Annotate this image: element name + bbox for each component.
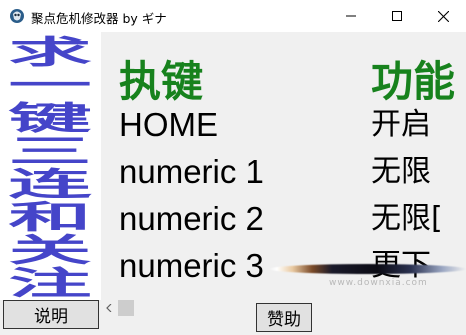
minimize-icon bbox=[346, 15, 356, 17]
slogan-panel: 求 一 键 三 连 和 关 注 bbox=[0, 32, 101, 300]
function-cell: 开启 bbox=[371, 107, 431, 142]
minimize-button[interactable] bbox=[328, 0, 374, 32]
hotkey-table: 执键 功能 HOME 开启 numeric 1 无限 numeric 2 无限[… bbox=[101, 32, 466, 300]
maximize-button[interactable] bbox=[374, 0, 420, 32]
slogan-char: 注 bbox=[8, 264, 92, 300]
title-bar[interactable]: 聚点危机修改器 by ギナ bbox=[0, 0, 466, 32]
hotkey-cell: numeric 1 bbox=[119, 153, 264, 190]
slogan-char: 三 bbox=[8, 132, 92, 170]
slogan-char: 连 bbox=[8, 165, 92, 203]
hotkey-cell: numeric 2 bbox=[119, 200, 264, 237]
chevron-left-icon bbox=[106, 304, 112, 312]
app-icon bbox=[10, 9, 24, 23]
close-icon bbox=[437, 10, 449, 22]
function-cell: 无限 bbox=[371, 154, 431, 189]
close-button[interactable] bbox=[420, 0, 466, 32]
maximize-icon bbox=[392, 11, 402, 21]
light-streak-decoration bbox=[269, 264, 466, 274]
function-column-header: 功能 bbox=[371, 57, 456, 106]
hotkey-column-header: 执键 bbox=[119, 57, 204, 106]
slogan-char: 求 bbox=[8, 33, 92, 71]
slogan-char: 键 bbox=[8, 99, 92, 137]
hotkey-cell: numeric 3 bbox=[119, 247, 264, 284]
window-title: 聚点危机修改器 by ギナ bbox=[31, 11, 167, 26]
hotkey-cell: HOME bbox=[119, 106, 218, 143]
watermark: www.downxia.com bbox=[329, 278, 428, 288]
sponsor-button[interactable]: 赞助 bbox=[256, 303, 312, 332]
app-window: 聚点危机修改器 by ギナ 求 一 键 三 连 和 关 注 执键 功能 HOME… bbox=[0, 0, 466, 335]
scroll-left-button[interactable] bbox=[104, 303, 114, 313]
scrollbar-thumb[interactable] bbox=[118, 300, 134, 316]
slogan-char: 关 bbox=[8, 231, 92, 269]
help-button[interactable]: 说明 bbox=[3, 300, 99, 329]
function-cell: 无限[ bbox=[371, 201, 443, 236]
slogan-char: 一 bbox=[8, 66, 92, 104]
slogan-char: 和 bbox=[8, 198, 92, 236]
